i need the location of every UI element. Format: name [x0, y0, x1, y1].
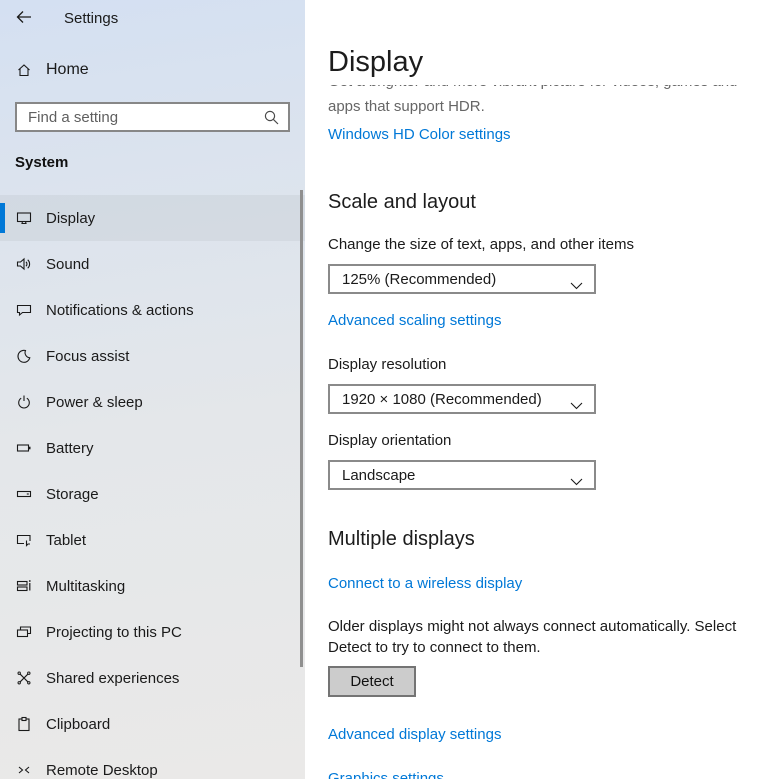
scale-dropdown[interactable]: 125% (Recommended)	[328, 264, 596, 294]
detect-description: Older displays might not always connect …	[328, 616, 768, 658]
drive-icon	[16, 486, 32, 502]
sidebar-scrollbar-thumb[interactable]	[300, 190, 303, 667]
home-icon	[16, 62, 32, 78]
resolution-label: Display resolution	[328, 355, 768, 375]
power-icon	[16, 394, 32, 410]
sidebar-item-label: Shared experiences	[46, 670, 179, 687]
sidebar-item-multitasking[interactable]: Multitasking	[0, 563, 305, 609]
sidebar-item-storage[interactable]: Storage	[0, 471, 305, 517]
advanced-scaling-settings-link[interactable]: Advanced scaling settings	[328, 311, 768, 331]
sidebar-item-label: Tablet	[46, 532, 86, 549]
sidebar-item-label: Battery	[46, 440, 94, 457]
sidebar-item-label: Storage	[46, 486, 99, 503]
search-box[interactable]	[15, 102, 290, 132]
notification-bubble-icon	[16, 302, 32, 318]
scale-dropdown-value: 125% (Recommended)	[342, 271, 496, 288]
selected-accent-bar	[0, 203, 5, 233]
multitasking-icon	[16, 578, 32, 594]
orientation-dropdown-value: Landscape	[342, 467, 415, 484]
windows-hd-color-settings-link[interactable]: Windows HD Color settings	[328, 125, 768, 145]
settings-sidebar: Settings Home System Display Sound	[0, 0, 305, 779]
remote-desktop-icon	[16, 762, 32, 778]
sidebar-item-label: Notifications & actions	[46, 302, 194, 319]
orientation-dropdown[interactable]: Landscape	[328, 460, 596, 490]
sidebar-item-power-sleep[interactable]: Power & sleep	[0, 379, 305, 425]
chevron-down-icon	[570, 277, 583, 294]
page-title: Display	[328, 44, 768, 80]
tablet-icon	[16, 532, 32, 548]
projecting-icon	[16, 624, 32, 640]
advanced-display-settings-link[interactable]: Advanced display settings	[328, 725, 768, 745]
search-input[interactable]	[17, 105, 257, 129]
sidebar-item-label: Projecting to this PC	[46, 624, 182, 641]
orientation-label: Display orientation	[328, 431, 768, 451]
chevron-down-icon	[570, 397, 583, 414]
sidebar-item-home[interactable]: Home	[16, 58, 305, 82]
hdr-description-clipped-line: Get a brighter and more vibrant picture …	[328, 85, 763, 93]
battery-icon	[16, 440, 32, 456]
speaker-icon	[16, 256, 32, 272]
sidebar-item-focus-assist[interactable]: Focus assist	[0, 333, 305, 379]
sidebar-item-tablet[interactable]: Tablet	[0, 517, 305, 563]
sidebar-item-projecting[interactable]: Projecting to this PC	[0, 609, 305, 655]
sidebar-item-label: Focus assist	[46, 348, 129, 365]
scale-label: Change the size of text, apps, and other…	[328, 235, 768, 255]
sidebar-item-label: Power & sleep	[46, 394, 143, 411]
app-title: Settings	[64, 10, 118, 27]
sidebar-item-label: Sound	[46, 256, 89, 273]
sidebar-item-label: Display	[46, 210, 95, 227]
clipboard-icon	[16, 716, 32, 732]
scale-and-layout-heading: Scale and layout	[328, 189, 768, 215]
sidebar-item-battery[interactable]: Battery	[0, 425, 305, 471]
multiple-displays-heading: Multiple displays	[328, 526, 768, 552]
sidebar-item-notifications[interactable]: Notifications & actions	[0, 287, 305, 333]
display-settings-page: Display Get a brighter and more vibrant …	[305, 0, 768, 779]
home-label: Home	[46, 61, 89, 79]
detect-button[interactable]: Detect	[328, 666, 416, 697]
sidebar-item-sound[interactable]: Sound	[0, 241, 305, 287]
sidebar-item-display[interactable]: Display	[0, 195, 305, 241]
sidebar-item-label: Remote Desktop	[46, 762, 158, 779]
sidebar-nav: Display Sound Notifications & actions Fo…	[0, 195, 305, 779]
sidebar-item-shared-experiences[interactable]: Shared experiences	[0, 655, 305, 701]
sidebar-item-label: Clipboard	[46, 716, 110, 733]
hdr-description-line2: apps that support HDR.	[328, 97, 768, 117]
back-arrow-icon	[16, 10, 32, 27]
sidebar-item-label: Multitasking	[46, 578, 125, 595]
moon-icon	[16, 348, 32, 364]
titlebar: Settings	[0, 0, 305, 28]
graphics-settings-link[interactable]: Graphics settings	[328, 769, 768, 779]
sidebar-item-remote-desktop[interactable]: Remote Desktop	[0, 747, 305, 779]
display-icon	[16, 210, 32, 226]
chevron-down-icon	[570, 473, 583, 490]
resolution-dropdown[interactable]: 1920 × 1080 (Recommended)	[328, 384, 596, 414]
back-button[interactable]	[16, 9, 44, 29]
search-icon[interactable]	[263, 109, 280, 130]
connect-wireless-display-link[interactable]: Connect to a wireless display	[328, 574, 768, 594]
sidebar-item-clipboard[interactable]: Clipboard	[0, 701, 305, 747]
resolution-dropdown-value: 1920 × 1080 (Recommended)	[342, 391, 542, 408]
shared-nodes-icon	[16, 670, 32, 686]
section-label-system: System	[15, 154, 305, 171]
